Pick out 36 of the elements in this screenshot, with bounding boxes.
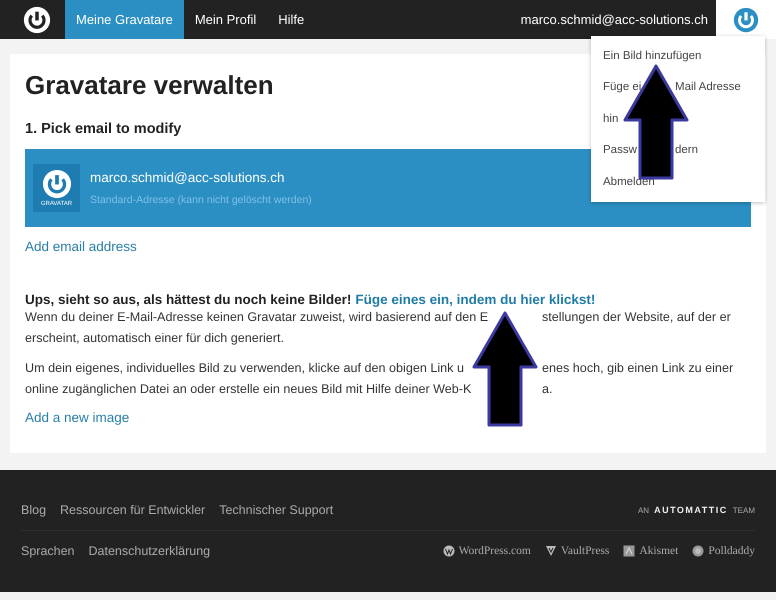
menu-item[interactable]: Mail Adresse: [675, 81, 741, 94]
paragraph-text: stellungen der Website, auf der er: [542, 309, 731, 326]
add-new-image-link[interactable]: Add a new image: [25, 410, 130, 425]
product-link[interactable]: WordPress.com: [458, 545, 531, 557]
nav-tab[interactable]: Hilfe: [267, 0, 316, 39]
product-link[interactable]: Polldaddy: [708, 545, 755, 557]
paragraph-text: Wenn du deiner E-Mail-Adresse keinen Gravatar zuweist, wird basierend auf den E: [25, 309, 488, 326]
menu-item[interactable]: Ein Bild hinzufügen: [603, 50, 702, 62]
nav-tab[interactable]: Meine Gravatare: [65, 0, 184, 39]
menu-item[interactable]: Füge ei: [603, 81, 642, 94]
brand-prefix: AN: [638, 506, 650, 515]
product-link[interactable]: VaultPress: [560, 545, 610, 557]
email-address: marco.schmid@acc-solutions.ch: [90, 170, 286, 185]
add-email-link[interactable]: Add email address: [25, 239, 137, 254]
menu-item[interactable]: hin: [603, 112, 618, 125]
footer-link[interactable]: Datenschutzerklärung: [88, 544, 210, 558]
footer-link[interactable]: Technischer Support: [219, 503, 334, 517]
nav-tab[interactable]: Mein Profil: [184, 0, 268, 39]
footer-link[interactable]: Ressourcen für Entwickler: [60, 503, 206, 517]
user-email[interactable]: marco.schmid@acc-solutions.ch: [520, 12, 708, 27]
brand-suffix: TEAM: [732, 506, 755, 515]
paragraph-text: a.: [542, 381, 553, 398]
add-image-link[interactable]: Füge eines ein, indem du hier klickst!: [355, 292, 596, 307]
paragraph-text: erscheint, automatisch einer für dich generiert.: [25, 330, 284, 347]
footer-link[interactable]: Sprachen: [21, 544, 75, 558]
paragraph-text: online zugänglichen Datei an oder erstelle ein neues Bild mit Hilfe deiner Web-K: [25, 381, 472, 398]
page-title: Gravatare verwalten: [25, 70, 274, 101]
section-heading: 1. Pick email to modify: [25, 121, 182, 137]
menu-item[interactable]: Abmelden: [603, 176, 655, 188]
paragraph-text: enes hoch, gib einen Link zu einer: [542, 360, 734, 377]
brand-name[interactable]: AUTOMATTIC: [654, 505, 728, 515]
notice-heading: Ups, sieht so aus, als hättest du noch keine Bilder!: [25, 292, 352, 307]
email-note: Standard-Adresse (kann nicht gelöscht werden): [90, 194, 312, 206]
paragraph-text: Um dein eigenes, individuelles Bild zu verwenden, klicke auf den obigen Link u: [25, 360, 464, 377]
footer-link[interactable]: Blog: [21, 503, 46, 517]
product-link[interactable]: Akismet: [639, 545, 678, 557]
